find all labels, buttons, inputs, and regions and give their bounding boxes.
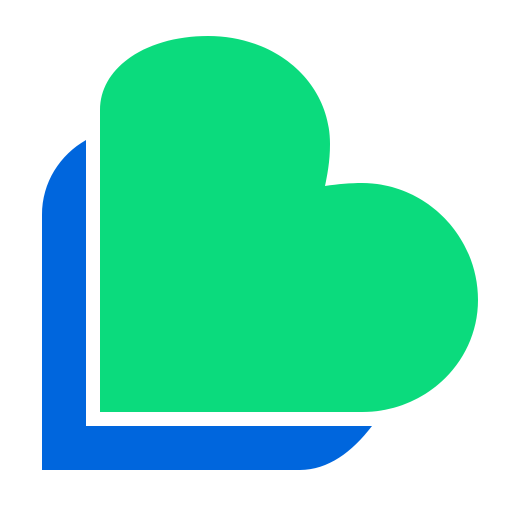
logo-canvas: [0, 0, 512, 512]
logo-heart-shape: [100, 36, 478, 412]
heart-logo-icon: [42, 36, 478, 470]
